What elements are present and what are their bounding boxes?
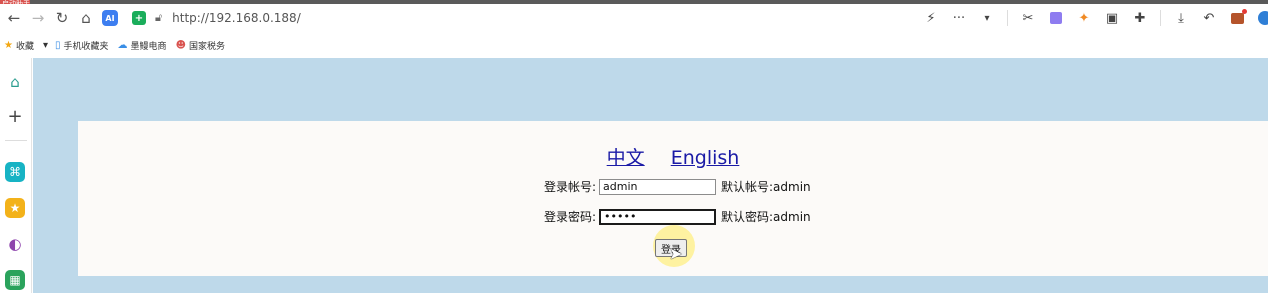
browser-window: 启动助手 ← → ↻ ⌂ AI + 🔓︎ http://192.168.0.18… [0,0,1268,293]
bookmark-mobile-favorites[interactable]: ▯ 手机收藏夹 [55,39,109,52]
left-sidebar: ⌂ + ⌘ ★ ◐ ▦ [0,58,32,293]
star-icon: ★ [4,39,13,51]
bookmark-label: 收藏 [15,41,34,52]
lang-english-link[interactable]: English [671,147,740,169]
account-label: 登录帐号: [543,180,596,194]
insecure-lock-icon[interactable]: 🔓︎ [155,11,162,25]
password-row: 登录密码: ••••• 默认密码:admin [538,208,811,225]
login-panel: 中文 English 登录帐号: admin 默认帐号:admin 登录密码: … [78,121,1268,276]
bookmark-dropdown[interactable]: ▾ [43,40,51,51]
mouse-cursor-icon: ➤ [669,244,683,263]
tax-emblem-icon: ☻ [175,39,186,51]
puzzle-icon[interactable]: ✚ [1129,7,1151,29]
scissors-icon[interactable]: ✂ [1017,7,1039,29]
bookmark-label: 国家税务 [189,41,226,52]
more-icon[interactable]: ··· [948,7,970,29]
reload-icon[interactable]: ↻ [50,6,74,30]
download-icon[interactable]: ⤓ [1170,7,1192,29]
back-arrow-icon[interactable]: ← [2,6,26,30]
security-shield-icon[interactable]: + [132,11,146,25]
toolbar-divider [1007,10,1008,26]
lang-chinese-link[interactable]: 中文 [607,147,645,169]
password-hint: 默认密码:admin [721,210,811,224]
bookmarks-bar: ★ 收藏 ▾ ▯ 手机收藏夹 ☁ 墨鳗电商 ☻ 国家税务 [0,32,1268,58]
sidebar-add-icon[interactable]: + [5,106,25,127]
extension-purple-icon[interactable] [1045,7,1067,29]
account-input[interactable]: admin [599,178,716,195]
cloud-icon: ☁ [117,39,128,51]
account-hint: 默认帐号:admin [721,180,811,194]
ai-icon[interactable]: AI [102,10,118,26]
sidebar-toggle-icon[interactable]: ▣ [1101,7,1123,29]
toolbox-icon[interactable] [1226,7,1248,29]
sidebar-divider [5,140,27,141]
navigation-bar: ← → ↻ ⌂ AI + 🔓︎ http://192.168.0.188/ ⚡︎… [0,4,1268,32]
phone-icon: ▯ [55,39,61,51]
password-input[interactable]: ••••• [599,208,716,225]
toolbar-right: ⚡︎ ··· ▾ ✂ ✦ ▣ ✚ ⤓ ↶ [917,4,1268,32]
sidebar-star-icon[interactable]: ★ [5,198,25,218]
chevron-down-icon: ▾ [42,39,49,51]
sidebar-app-teal-icon[interactable]: ⌘ [5,162,25,182]
lightning-icon[interactable]: ⚡︎ [920,7,942,29]
edge-icon[interactable] [1254,7,1268,29]
bookmark-ecommerce[interactable]: ☁ 墨鳗电商 [118,39,167,52]
bookmark-label: 手机收藏夹 [63,41,109,52]
dropdown-chevron-icon[interactable]: ▾ [976,7,998,29]
extension-fox-icon[interactable]: ✦ [1073,7,1095,29]
bookmark-tax[interactable]: ☻ 国家税务 [176,39,225,52]
sidebar-ai-icon[interactable]: ◐ [5,234,25,254]
password-label: 登录密码: [543,210,596,224]
address-bar-url[interactable]: http://192.168.0.188/ [172,11,301,25]
bookmark-favorites[interactable]: ★ 收藏 [4,39,34,52]
account-row: 登录帐号: admin 默认帐号:admin [538,178,811,195]
undo-icon[interactable]: ↶ [1198,7,1220,29]
bookmark-label: 墨鳗电商 [130,41,167,52]
forward-arrow-icon[interactable]: → [26,6,50,30]
home-icon[interactable]: ⌂ [74,6,98,30]
toolbar-divider [1160,10,1161,26]
language-switcher: 中文 English [78,143,1268,170]
page-viewport: 中文 English 登录帐号: admin 默认帐号:admin 登录密码: … [33,58,1268,293]
sidebar-home-icon[interactable]: ⌂ [5,72,25,92]
sidebar-image-icon[interactable]: ▦ [5,270,25,290]
